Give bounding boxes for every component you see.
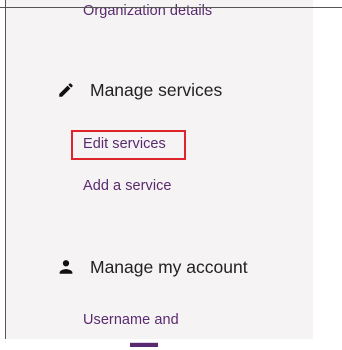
top-border <box>0 7 342 8</box>
sidebar-panel: Organization details Manage services Edi… <box>6 0 313 350</box>
truncated-link-fragment: ▬▬ <box>130 334 159 350</box>
left-border <box>5 0 6 339</box>
manage-account-header: Manage my account <box>54 255 248 279</box>
organization-details-link[interactable]: Organization details <box>83 3 212 19</box>
manage-account-title: Manage my account <box>90 256 248 277</box>
edit-services-highlight <box>71 130 186 160</box>
pencil-icon <box>54 78 78 102</box>
add-service-link[interactable]: Add a service <box>83 178 172 194</box>
manage-services-header: Manage services <box>54 78 222 102</box>
manage-services-title: Manage services <box>90 79 223 100</box>
username-and-password-link[interactable]: Username and <box>83 312 179 328</box>
person-icon <box>54 255 78 279</box>
